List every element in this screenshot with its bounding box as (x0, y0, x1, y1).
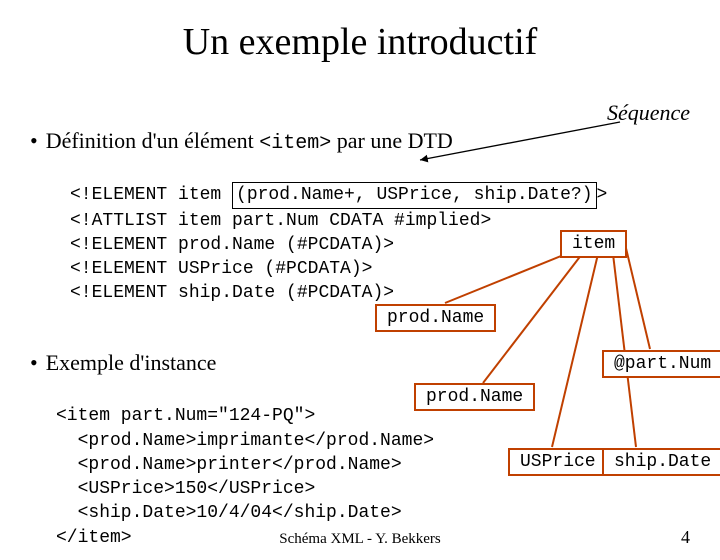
tree-node-attr: @part.Num (602, 350, 720, 378)
tree-node-item: item (560, 230, 627, 258)
bullet1-prefix: Définition d'un élément (46, 128, 260, 153)
bullet2-text: Exemple d'instance (46, 350, 217, 375)
inst-l4: <USPrice>150</USPrice> (56, 479, 315, 499)
tree-node-shipdate: ship.Date (602, 448, 720, 476)
tree-node-usprice: USPrice (508, 448, 608, 476)
dtd-l2: <!ATTLIST item part.Num CDATA #implied> (70, 211, 491, 231)
inst-l3: <prod.Name>printer</prod.Name> (56, 455, 402, 475)
bullet1-suffix: par une DTD (331, 128, 453, 153)
instance-block: <item part.Num="124-PQ"> <prod.Name>impr… (56, 380, 434, 550)
bullet-definition: •Définition d'un élément <item> par une … (30, 128, 453, 155)
dtd-l1c: > (597, 185, 608, 205)
dtd-block: <!ELEMENT item (prod.Name+, USPrice, shi… (70, 158, 607, 306)
sequence-label: Séquence (607, 100, 690, 126)
bullet-instance: •Exemple d'instance (30, 350, 216, 376)
dtd-l5: <!ELEMENT ship.Date (#PCDATA)> (70, 283, 394, 303)
page-title: Un exemple introductif (0, 20, 720, 64)
dtd-l4: <!ELEMENT USPrice (#PCDATA)> (70, 259, 372, 279)
inst-l5: <ship.Date>10/4/04</ship.Date> (56, 503, 402, 523)
bullet1-code: <item> (259, 132, 331, 155)
inst-l2: <prod.Name>imprimante</prod.Name> (56, 431, 434, 451)
page-number: 4 (681, 527, 690, 548)
dtd-l3: <!ELEMENT prod.Name (#PCDATA)> (70, 235, 394, 255)
tree-node-prodname-2: prod.Name (414, 383, 535, 411)
dtd-sequence-box: (prod.Name+, USPrice, ship.Date?) (232, 182, 596, 208)
tree-node-prodname-1: prod.Name (375, 304, 496, 332)
dtd-l1a: <!ELEMENT item (70, 185, 232, 205)
inst-l1: <item part.Num="124-PQ"> (56, 406, 315, 426)
